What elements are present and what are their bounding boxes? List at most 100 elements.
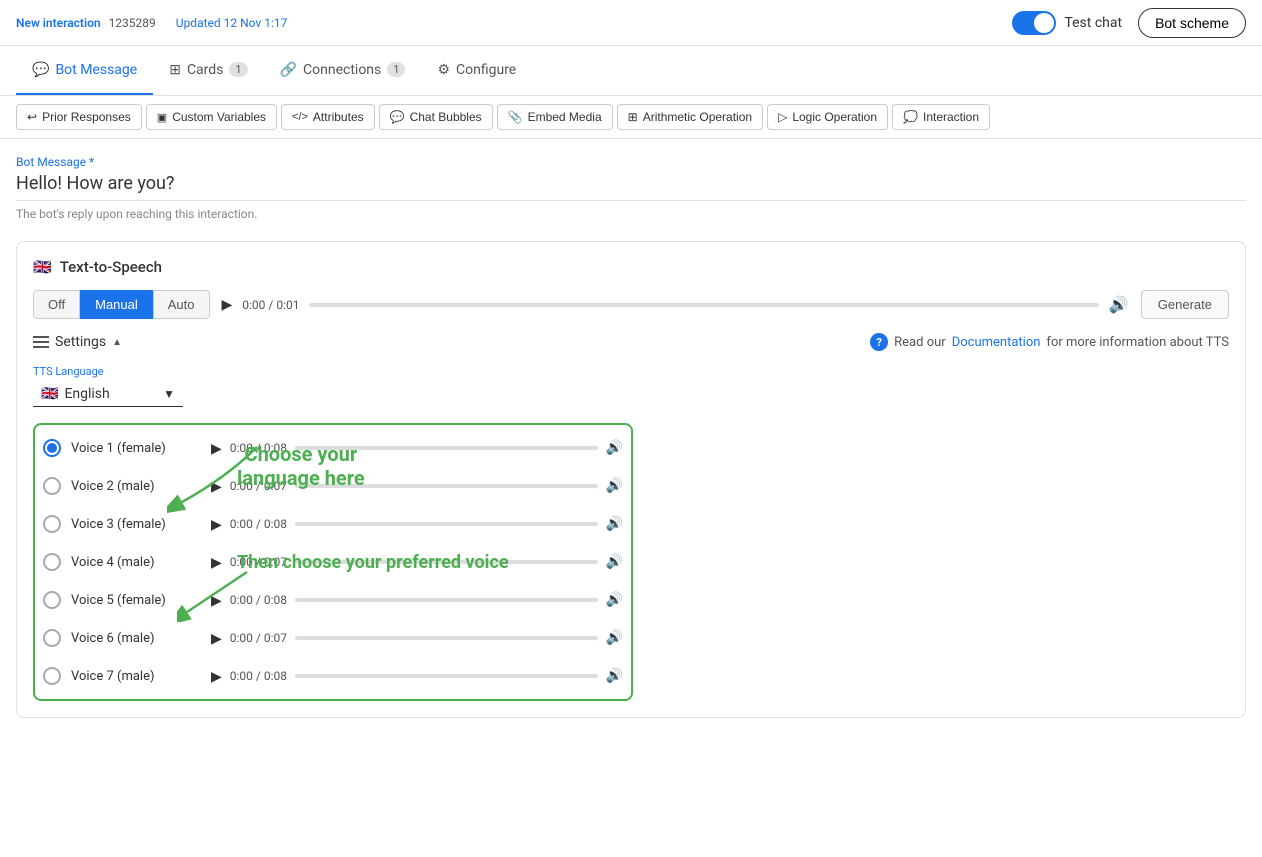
voice-4-radio[interactable]	[43, 553, 61, 571]
logic-label: Logic Operation	[792, 110, 877, 124]
voice-4-track[interactable]	[295, 560, 598, 564]
voice-3-play[interactable]: ▶	[211, 516, 222, 533]
voice-1-radio[interactable]	[43, 439, 61, 457]
tab-bar: 💬 Bot Message ⊞ Cards 1 🔗 Connections 1 …	[0, 46, 1262, 96]
language-dropdown-icon: ▼	[163, 387, 175, 401]
voice-4-volume-icon[interactable]: 🔊	[606, 554, 623, 570]
voice-item-2[interactable]: Voice 2 (male) ▶ 0:00 / 0:07 🔊	[35, 467, 631, 505]
arithmetic-icon: ⊞	[628, 110, 638, 124]
voice-3-radio[interactable]	[43, 515, 61, 533]
chat-bubbles-label: Chat Bubbles	[410, 110, 482, 124]
voice-6-radio[interactable]	[43, 629, 61, 647]
tts-audio-time: 0:00 / 0:01	[242, 298, 299, 312]
tts-generate-button[interactable]: Generate	[1141, 290, 1229, 319]
voice-5-play[interactable]: ▶	[211, 592, 222, 609]
prior-responses-button[interactable]: ↩ Prior Responses	[16, 104, 142, 130]
voice-1-track[interactable]	[295, 446, 598, 450]
voice-2-player: ▶ 0:00 / 0:07 🔊	[211, 478, 623, 495]
voice-4-play[interactable]: ▶	[211, 554, 222, 571]
tts-title: Text-to-Speech	[60, 258, 162, 276]
tts-audio-track[interactable]	[309, 303, 1098, 307]
bot-scheme-button[interactable]: Bot scheme	[1138, 8, 1246, 38]
tts-language-selector[interactable]: 🇬🇧 English ▼	[33, 382, 183, 407]
voice-5-label: Voice 5 (female)	[71, 593, 201, 608]
voice-5-radio[interactable]	[43, 591, 61, 609]
bot-message-value[interactable]: Hello! How are you?	[16, 173, 1246, 194]
tts-manual-button[interactable]: Manual	[80, 290, 153, 319]
top-bar: New interaction 1235289 Updated 12 Nov 1…	[0, 0, 1262, 46]
test-chat-label: Test chat	[1064, 15, 1122, 31]
test-chat-toggle-container: Test chat	[1012, 11, 1122, 35]
tts-header: 🇬🇧 Text-to-Speech	[33, 258, 1229, 276]
voice-item-4[interactable]: Voice 4 (male) ▶ 0:00 / 0:07 🔊	[35, 543, 631, 581]
voice-7-label: Voice 7 (male)	[71, 669, 201, 684]
tab-cards-label: Cards	[187, 62, 223, 78]
voice-7-play[interactable]: ▶	[211, 668, 222, 685]
tts-off-button[interactable]: Off	[33, 290, 80, 319]
docs-link[interactable]: Documentation	[952, 335, 1041, 350]
voice-5-player: ▶ 0:00 / 0:08 🔊	[211, 592, 623, 609]
toolbar: ↩ Prior Responses ▣ Custom Variables </>…	[0, 96, 1262, 139]
voice-6-track[interactable]	[295, 636, 598, 640]
voice-item-7[interactable]: Voice 7 (male) ▶ 0:00 / 0:08 🔊	[35, 657, 631, 695]
tab-connections[interactable]: 🔗 Connections 1	[264, 46, 422, 95]
settings-lines-icon	[33, 336, 49, 348]
tab-cards[interactable]: ⊞ Cards 1	[153, 46, 263, 95]
custom-variables-label: Custom Variables	[172, 110, 266, 124]
language-flag: 🇬🇧	[41, 386, 58, 402]
tts-flag: 🇬🇧	[33, 258, 52, 276]
tab-configure[interactable]: ⚙ Configure	[421, 46, 532, 95]
voice-item-1[interactable]: Voice 1 (female) ▶ 0:00 / 0:08 🔊	[35, 429, 631, 467]
voice-1-label: Voice 1 (female)	[71, 441, 201, 456]
voice-item-3[interactable]: Voice 3 (female) ▶ 0:00 / 0:08 🔊	[35, 505, 631, 543]
voice-1-time: 0:00 / 0:08	[230, 441, 287, 455]
voice-1-play[interactable]: ▶	[211, 440, 222, 457]
voice-2-volume-icon[interactable]: 🔊	[606, 478, 623, 494]
voice-3-volume-icon[interactable]: 🔊	[606, 516, 623, 532]
tts-main-audio: ▶ 0:00 / 0:01 🔊	[222, 295, 1129, 314]
tts-volume-icon[interactable]: 🔊	[1109, 295, 1129, 314]
arithmetic-operation-button[interactable]: ⊞ Arithmetic Operation	[617, 104, 763, 130]
configure-icon: ⚙	[437, 62, 450, 78]
voice-7-radio[interactable]	[43, 667, 61, 685]
tts-docs-row: ? Read our Documentation for more inform…	[870, 333, 1229, 351]
tts-play-button[interactable]: ▶	[222, 296, 233, 313]
custom-variables-button[interactable]: ▣ Custom Variables	[146, 104, 277, 130]
voice-7-track[interactable]	[295, 674, 598, 678]
voice-2-radio[interactable]	[43, 477, 61, 495]
voice-5-track[interactable]	[295, 598, 598, 602]
voice-2-play[interactable]: ▶	[211, 478, 222, 495]
tts-controls-row: Off Manual Auto ▶ 0:00 / 0:01 🔊 Generate	[33, 290, 1229, 319]
voice-7-volume-icon[interactable]: 🔊	[606, 668, 623, 684]
logic-operation-button[interactable]: ▷ Logic Operation	[767, 104, 888, 130]
settings-chevron-icon: ▲	[112, 337, 122, 348]
tts-settings-toggle[interactable]: Settings ▲	[33, 334, 122, 350]
voice-1-volume-icon[interactable]: 🔊	[606, 440, 623, 456]
embed-media-button[interactable]: 📎 Embed Media	[497, 104, 613, 130]
voice-3-track[interactable]	[295, 522, 598, 526]
tts-section: 🇬🇧 Text-to-Speech Off Manual Auto ▶ 0:00…	[16, 241, 1246, 718]
tts-language-section: TTS Language 🇬🇧 English ▼	[33, 365, 1229, 407]
tab-bot-message[interactable]: 💬 Bot Message	[16, 46, 153, 95]
voice-6-volume-icon[interactable]: 🔊	[606, 630, 623, 646]
tts-auto-button[interactable]: Auto	[153, 290, 210, 319]
voice-item-6[interactable]: Voice 6 (male) ▶ 0:00 / 0:07 🔊	[35, 619, 631, 657]
voice-5-volume-icon[interactable]: 🔊	[606, 592, 623, 608]
docs-prefix: Read our	[894, 335, 946, 350]
voice-2-track[interactable]	[295, 484, 598, 488]
interaction-button[interactable]: 💭 Interaction	[892, 104, 990, 130]
attributes-icon: </>	[292, 111, 308, 123]
chat-bubbles-button[interactable]: 💬 Chat Bubbles	[379, 104, 493, 130]
top-bar-actions: Test chat Bot scheme	[1012, 8, 1246, 38]
tts-settings-row: Settings ▲ ? Read our Documentation for …	[33, 333, 1229, 351]
chat-bubbles-icon: 💬	[390, 110, 405, 124]
voice-6-play[interactable]: ▶	[211, 630, 222, 647]
bot-message-hint: The bot's reply upon reaching this inter…	[16, 200, 1246, 221]
voice-item-5[interactable]: Voice 5 (female) ▶ 0:00 / 0:08 🔊	[35, 581, 631, 619]
voice-4-label: Voice 4 (male)	[71, 555, 201, 570]
attributes-button[interactable]: </> Attributes	[281, 104, 375, 130]
voice-list: Voice 1 (female) ▶ 0:00 / 0:08 🔊 Voice 2…	[33, 423, 633, 701]
tab-configure-label: Configure	[456, 62, 516, 78]
test-chat-toggle[interactable]	[1012, 11, 1056, 35]
voice-6-time: 0:00 / 0:07	[230, 631, 287, 645]
